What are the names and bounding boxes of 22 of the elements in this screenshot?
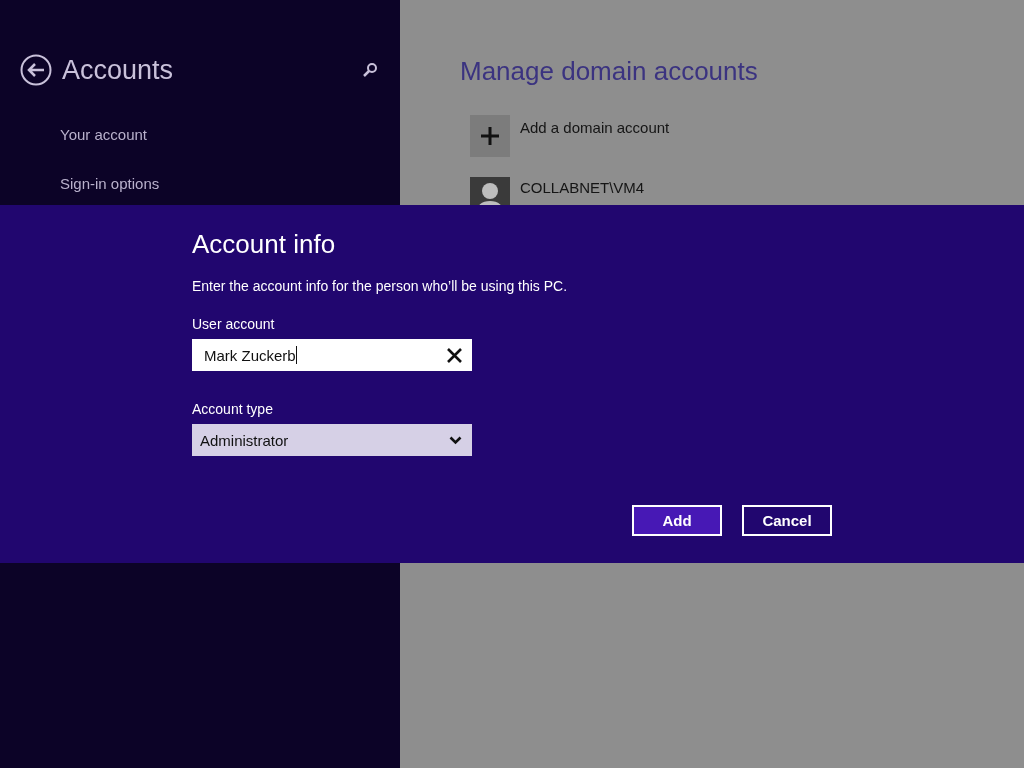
clear-button[interactable]: [447, 347, 462, 363]
text-cursor: [295, 346, 297, 364]
back-icon[interactable]: [20, 54, 52, 86]
nav-item[interactable]: Sign-in options: [60, 175, 380, 192]
field-label: User account: [192, 316, 276, 332]
add-account-label[interactable]: Add a domain account: [520, 119, 670, 136]
account-type-dropdown[interactable]: Administrator: [192, 424, 472, 456]
user-account-field[interactable]: Mark Zuckerb: [192, 339, 472, 371]
search-icon[interactable]: [362, 62, 378, 78]
add-button[interactable]: Add: [632, 505, 722, 536]
page-title: Accounts: [62, 54, 175, 86]
add-tile[interactable]: [470, 115, 510, 157]
account-name: COLLABNET\VM4: [520, 179, 645, 196]
nav-item[interactable]: Your account: [60, 126, 380, 143]
plus-icon: [480, 126, 500, 146]
section-title: Manage domain accounts: [460, 56, 759, 87]
cancel-button[interactable]: Cancel: [742, 505, 832, 536]
chevron-down-icon: [449, 435, 462, 445]
field-label: Account type: [192, 401, 274, 417]
dialog-description: Enter the account info for the person who’ll be using this PC.: [192, 278, 569, 294]
dialog-title: Account info: [192, 229, 337, 260]
close-icon: [447, 347, 462, 363]
